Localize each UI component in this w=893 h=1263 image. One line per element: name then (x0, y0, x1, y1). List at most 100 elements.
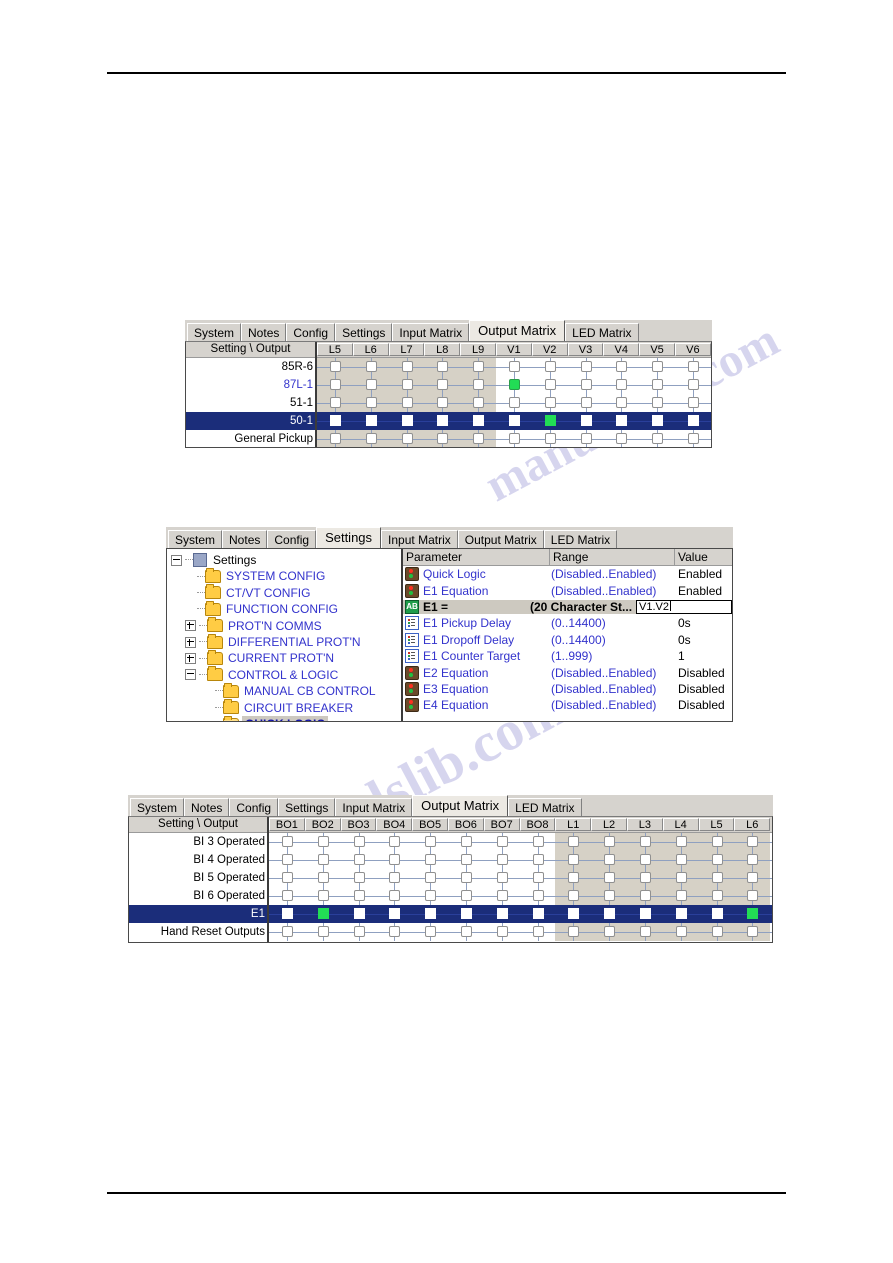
matrix-checkbox[interactable] (640, 854, 651, 865)
column-header-l6[interactable]: L6 (734, 818, 771, 831)
column-header-l8[interactable]: L8 (424, 343, 461, 356)
matrix-checkbox[interactable] (688, 379, 699, 390)
tab-input-matrix[interactable]: Input Matrix (381, 530, 458, 548)
parameter-value-cell[interactable]: V1.V2 (636, 599, 732, 614)
table-row[interactable] (269, 833, 772, 851)
matrix-checkbox[interactable] (461, 836, 472, 847)
settings-tree[interactable]: Settings SYSTEM CONFIG CT/VT CONFIG FUNCTIO… (167, 549, 403, 721)
tab-input-matrix[interactable]: Input Matrix (335, 798, 413, 816)
matrix-checkbox[interactable] (461, 890, 472, 901)
matrix-checkbox[interactable] (401, 361, 413, 372)
parameter-row[interactable]: Quick Logic (Disabled..Enabled) Enabled (403, 566, 732, 582)
tab-settings[interactable]: Settings (316, 527, 382, 548)
matrix-checkbox[interactable] (317, 854, 329, 865)
column-header-bo7[interactable]: BO7 (483, 818, 520, 831)
matrix-checkbox[interactable] (580, 397, 592, 408)
matrix-checkbox[interactable] (282, 836, 293, 847)
expand-plus-icon[interactable] (185, 636, 196, 648)
matrix-checkbox[interactable] (461, 872, 472, 883)
matrix-checkbox[interactable] (688, 433, 699, 444)
matrix-checkbox[interactable] (425, 890, 437, 901)
matrix-checkbox[interactable] (604, 854, 616, 865)
parameter-value-cell[interactable]: Disabled (675, 666, 732, 680)
matrix-checkbox[interactable] (616, 379, 628, 390)
tree-node-prot-n-comms[interactable]: PROT'N COMMS (171, 617, 401, 634)
matrix-checkbox[interactable] (544, 397, 556, 408)
matrix-checkbox[interactable] (652, 397, 664, 408)
tab-strip[interactable]: System Notes Config Settings Input Matrix Out… (128, 795, 773, 816)
tree-node-differential-prot-n[interactable]: DIFFERENTIAL PROT'N (171, 633, 401, 650)
matrix-checkbox[interactable] (711, 854, 723, 865)
tab-config[interactable]: Config (229, 798, 279, 816)
tree-node-quick-logic[interactable]: QUICK LOGIC (171, 715, 401, 721)
parameter-row[interactable]: E1 Counter Target (1..999) 1 (403, 648, 732, 664)
matrix-checkbox[interactable] (282, 890, 293, 901)
matrix-row-label[interactable]: E1 (129, 905, 267, 923)
matrix-checkbox[interactable] (473, 397, 485, 408)
column-header-l1[interactable]: L1 (555, 818, 592, 831)
tab-led-matrix[interactable]: LED Matrix (543, 530, 618, 548)
parameter-row[interactable]: E4 Equation (Disabled..Enabled) Disabled (403, 697, 732, 713)
tree-node-circuit-breaker[interactable]: CIRCUIT BREAKER (171, 699, 401, 716)
matrix-checkbox[interactable] (317, 926, 329, 937)
matrix-checkbox[interactable] (640, 890, 651, 901)
parameter-value-cell[interactable]: 0s (675, 633, 732, 647)
matrix-checkbox[interactable] (365, 379, 377, 390)
column-header-bo8[interactable]: BO8 (519, 818, 556, 831)
matrix-checkbox[interactable] (425, 854, 437, 865)
tab-led-matrix[interactable]: LED Matrix (565, 323, 639, 341)
matrix-checkbox[interactable] (652, 415, 664, 426)
matrix-checkbox[interactable] (330, 397, 341, 408)
table-row[interactable] (269, 869, 772, 887)
matrix-checkbox[interactable] (675, 836, 687, 847)
tab-settings[interactable]: Settings (278, 798, 336, 816)
matrix-checkbox[interactable] (652, 379, 664, 390)
column-header-l5[interactable]: L5 (317, 343, 353, 356)
table-row[interactable] (317, 430, 711, 447)
column-header-v4[interactable]: V4 (603, 343, 640, 356)
value-edit-input[interactable]: V1.V2 (636, 599, 732, 614)
matrix-checkbox[interactable] (282, 854, 293, 865)
tree-node-system-config[interactable]: SYSTEM CONFIG (171, 568, 401, 584)
matrix-checkbox[interactable] (604, 926, 616, 937)
table-row[interactable] (317, 394, 711, 412)
tab-config[interactable]: Config (267, 530, 317, 548)
tab-config[interactable]: Config (286, 323, 336, 341)
matrix-row-label[interactable]: Hand Reset Outputs (129, 923, 267, 941)
matrix-checkbox[interactable] (675, 908, 687, 919)
matrix-checkbox[interactable] (616, 433, 628, 444)
matrix-checkbox[interactable] (389, 854, 401, 865)
parameter-row[interactable]: E3 Equation (Disabled..Enabled) Disabled (403, 681, 732, 697)
column-header-v2[interactable]: V2 (531, 343, 568, 356)
matrix-checkbox[interactable] (544, 361, 556, 372)
matrix-checkbox[interactable] (604, 872, 616, 883)
table-row[interactable] (317, 412, 711, 430)
matrix-checkbox[interactable] (688, 415, 699, 426)
collapse-minus-icon[interactable] (185, 669, 196, 681)
matrix-checkbox[interactable] (509, 433, 520, 444)
parameter-row[interactable]: E2 Equation (Disabled..Enabled) Disabled (403, 664, 732, 680)
tab-led-matrix[interactable]: LED Matrix (508, 798, 582, 816)
matrix-checkbox[interactable] (616, 397, 628, 408)
matrix-checkbox[interactable] (461, 926, 472, 937)
matrix-checkbox[interactable] (652, 361, 664, 372)
matrix-row-label[interactable]: General Pickup (186, 430, 315, 447)
matrix-checkbox[interactable] (365, 361, 377, 372)
matrix-checkbox[interactable] (330, 415, 341, 426)
matrix-checkbox[interactable] (580, 415, 592, 426)
matrix-checkbox[interactable] (604, 836, 616, 847)
matrix-checkbox[interactable] (568, 854, 580, 865)
matrix-checkbox[interactable] (353, 908, 365, 919)
matrix-checkbox[interactable] (330, 433, 341, 444)
parameter-value-cell[interactable]: 0s (675, 616, 732, 630)
expand-plus-icon[interactable] (185, 653, 196, 665)
tab-output-matrix[interactable]: Output Matrix (469, 320, 566, 341)
table-row[interactable] (317, 358, 711, 376)
parameter-value-cell[interactable]: 1 (675, 649, 732, 663)
column-header-v5[interactable]: V5 (639, 343, 675, 356)
matrix-checkbox[interactable] (330, 379, 341, 390)
parameter-column-header-range[interactable]: Range (550, 549, 675, 565)
matrix-checkbox[interactable] (675, 890, 687, 901)
matrix-checkbox[interactable] (688, 361, 699, 372)
parameter-row[interactable]: AB E1 = (20 Character St... V1.V2 (403, 599, 732, 615)
